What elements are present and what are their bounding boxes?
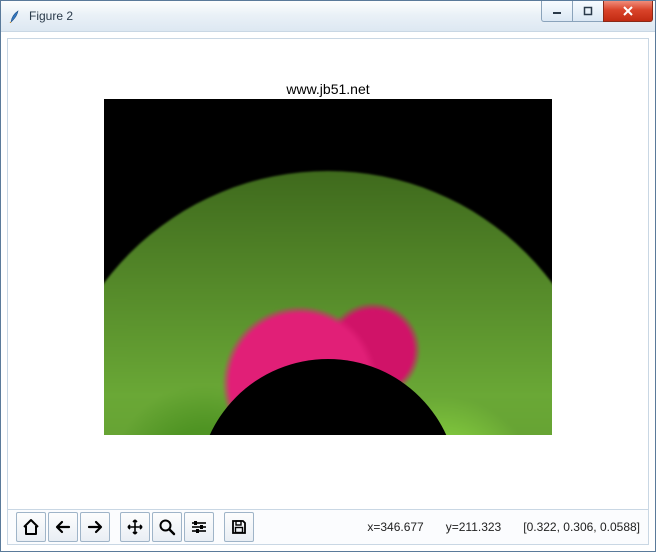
tools-group: [120, 512, 216, 542]
pixel-rgb: [0.322, 0.306, 0.0588]: [523, 520, 640, 534]
window-controls: [542, 1, 653, 21]
arrow-left-icon: [54, 518, 72, 536]
save-group: [224, 512, 256, 542]
home-icon: [22, 518, 40, 536]
forward-button[interactable]: [80, 512, 110, 542]
back-button[interactable]: [48, 512, 78, 542]
home-button[interactable]: [16, 512, 46, 542]
nav-toolbar: x=346.677 y=211.323 [0.322, 0.306, 0.058…: [8, 509, 648, 544]
figure-canvas[interactable]: www.jb51.net: [8, 39, 648, 509]
zoom-icon: [158, 518, 176, 536]
nav-group: [16, 512, 112, 542]
titlebar[interactable]: Figure 2: [1, 1, 655, 32]
cursor-x: x=346.677: [367, 520, 423, 534]
cursor-y: y=211.323: [446, 520, 502, 534]
figure-window: Figure 2 www.jb51.net: [0, 0, 656, 552]
maximize-button[interactable]: [572, 1, 604, 22]
pan-button[interactable]: [120, 512, 150, 542]
zoom-button[interactable]: [152, 512, 182, 542]
minimize-button[interactable]: [541, 1, 573, 22]
window-title: Figure 2: [29, 9, 542, 23]
plot-title: www.jb51.net: [8, 81, 648, 97]
arrow-right-icon: [86, 518, 104, 536]
app-icon: [7, 8, 23, 24]
sliders-icon: [190, 518, 208, 536]
move-icon: [126, 518, 144, 536]
client-area: www.jb51.net: [7, 38, 649, 545]
configure-button[interactable]: [184, 512, 214, 542]
plot-image: [104, 99, 552, 435]
status-readout: x=346.677 y=211.323 [0.322, 0.306, 0.058…: [367, 520, 640, 534]
close-button[interactable]: [603, 1, 653, 22]
save-button[interactable]: [224, 512, 254, 542]
save-icon: [230, 518, 248, 536]
